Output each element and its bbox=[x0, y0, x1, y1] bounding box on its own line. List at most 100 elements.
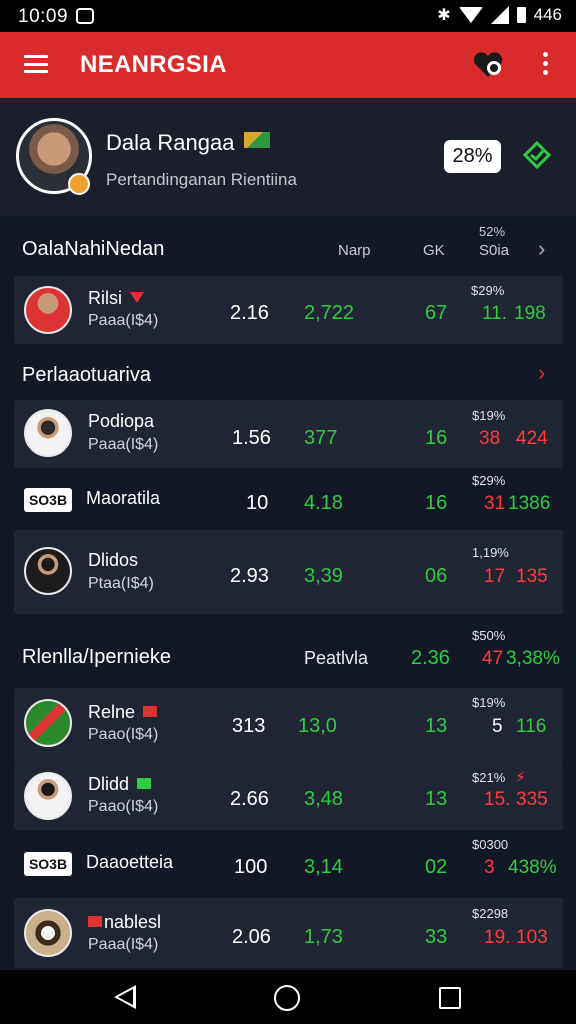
refresh-icon[interactable] bbox=[522, 140, 552, 170]
value-small: $19% bbox=[472, 408, 506, 423]
value-3: 16 bbox=[425, 427, 448, 449]
battery-text: 446 bbox=[533, 5, 562, 24]
value-3: 13 bbox=[425, 715, 448, 737]
app-title: NEANRGSIA bbox=[80, 51, 227, 78]
value-a: 5 bbox=[492, 716, 503, 737]
value-2: 1,73 bbox=[304, 926, 343, 948]
value-small: $29% bbox=[471, 283, 505, 298]
col-header-top: 52% bbox=[479, 224, 506, 239]
value-1: 10 bbox=[246, 492, 269, 514]
section-3-col-b: 3,38% bbox=[506, 648, 560, 669]
tag-badge: SO3B bbox=[24, 852, 72, 876]
col-header-3: S0ia bbox=[479, 242, 510, 259]
value-small: $2298 bbox=[472, 906, 509, 921]
value-2: 377 bbox=[304, 427, 338, 449]
list-item[interactable]: Relne Paao(I$4) 313 13,0 13 $19% 5 116 bbox=[14, 688, 563, 762]
value-small: $29% bbox=[472, 473, 506, 488]
list-item[interactable]: nablesl Paaa(I$4) 2.06 1,73 33 $2298 19.… bbox=[14, 898, 563, 968]
more-vert-icon[interactable] bbox=[539, 52, 551, 78]
value-b: 198 bbox=[514, 303, 546, 324]
team-logo bbox=[24, 699, 72, 747]
list-item[interactable]: SO3B Daaoetteia 100 3,14 02 $0300 3 438% bbox=[14, 832, 563, 896]
value-b: 1386 bbox=[508, 493, 551, 514]
app-bar: NEANRGSIA bbox=[0, 32, 576, 98]
col-header-2: GK bbox=[423, 242, 445, 259]
player-name-text: nablesl bbox=[104, 912, 162, 932]
item-name: Daaoetteia bbox=[86, 852, 174, 872]
chevron-right-icon[interactable]: › bbox=[538, 360, 545, 386]
value-2: 2,722 bbox=[304, 302, 355, 324]
flag-icon bbox=[130, 292, 144, 303]
list-item[interactable]: Dlidd Paao(I$4) 2.66 3,48 13 $21% ⚡ 15. 3… bbox=[14, 762, 563, 830]
back-icon[interactable] bbox=[114, 985, 136, 1009]
value-3: 02 bbox=[425, 856, 448, 878]
player-name-text: Relne bbox=[88, 702, 136, 722]
value-small: $21% ⚡ bbox=[472, 768, 526, 786]
player-avatar bbox=[24, 409, 72, 457]
section-3-col-value: 2.36 bbox=[411, 647, 450, 669]
home-icon[interactable] bbox=[274, 985, 300, 1011]
player-name: nablesl bbox=[88, 912, 161, 933]
player-sub: Ptaa(I$4) bbox=[88, 575, 154, 592]
recent-apps-icon[interactable] bbox=[439, 987, 461, 1009]
list-item[interactable]: Dlidos Ptaa(I$4) 2.93 3,39 06 1,19% 17 1… bbox=[14, 530, 563, 614]
tag-badge: SO3B bbox=[24, 488, 72, 512]
player-sub: Paaa(I$4) bbox=[88, 936, 159, 953]
team-logo bbox=[24, 909, 72, 957]
section-1-title: OalaNahiNedan bbox=[22, 238, 165, 260]
player-name: Rilsi bbox=[88, 288, 144, 309]
avatar-badge-icon bbox=[68, 173, 90, 195]
chevron-right-icon[interactable]: › bbox=[538, 236, 545, 262]
wifi-icon bbox=[458, 7, 483, 23]
player-name-text: Dlidd bbox=[88, 774, 130, 794]
value-1: 2.93 bbox=[230, 565, 269, 587]
value-1: 100 bbox=[234, 856, 268, 878]
col-header-1: Narp bbox=[338, 242, 371, 259]
value-small-text: $21% bbox=[472, 770, 506, 785]
item-name: Maoratila bbox=[86, 488, 161, 508]
profile-name-text: Dala Rangaa bbox=[106, 130, 235, 155]
value-2: 3,14 bbox=[304, 856, 343, 878]
value-2: 13,0 bbox=[298, 715, 337, 737]
value-a: 31 bbox=[484, 493, 506, 514]
percent-badge: 28% bbox=[444, 140, 501, 173]
status-icons: ✱ 446 bbox=[437, 5, 562, 25]
profile-header: Dala Rangaa Pertandinganan Rientiina 28% bbox=[0, 98, 576, 216]
value-1: 2.16 bbox=[230, 302, 269, 324]
player-name: Relne bbox=[88, 702, 158, 723]
value-a: 19. bbox=[484, 927, 511, 948]
value-3: 06 bbox=[425, 565, 448, 587]
status-time: 10:09 bbox=[18, 6, 69, 27]
player-name: Podiopa bbox=[88, 411, 155, 431]
notification-icon bbox=[76, 8, 94, 24]
section-3-title: Rlenlla/Ipernieke bbox=[22, 646, 171, 668]
status-bar: 10:09 ✱ 446 bbox=[0, 0, 576, 32]
profile-name: Dala Rangaa bbox=[106, 130, 271, 156]
value-small: 1,19% bbox=[472, 545, 509, 560]
value-a: 38 bbox=[479, 428, 501, 449]
list-item[interactable]: SO3B Maoratila 10 4.18 16 $29% 31 1386 bbox=[14, 470, 563, 530]
favorites-icon[interactable] bbox=[472, 51, 504, 79]
menu-icon[interactable] bbox=[24, 55, 48, 73]
list-item[interactable]: Rilsi Paaa(I$4) 2.16 2,722 67 $29% 11. 1… bbox=[14, 276, 563, 344]
player-name-text: Rilsi bbox=[88, 288, 122, 308]
list-item[interactable]: Podiopa Paaa(I$4) 1.56 377 16 $19% 38 42… bbox=[14, 400, 563, 468]
value-a: 17 bbox=[484, 566, 506, 587]
flag-icon bbox=[88, 916, 102, 927]
section-3-col-a: 47 bbox=[482, 648, 504, 669]
system-nav-bar bbox=[0, 970, 576, 1024]
value-b: 438% bbox=[508, 857, 557, 878]
value-3: 16 bbox=[425, 492, 448, 514]
player-avatar bbox=[24, 772, 72, 820]
value-1: 2.06 bbox=[232, 926, 271, 948]
flag-icon bbox=[137, 778, 152, 789]
battery-icon bbox=[516, 7, 526, 23]
value-b: 335 bbox=[516, 789, 548, 810]
value-b: 135 bbox=[516, 566, 548, 587]
trend-down-icon: ⚡ bbox=[515, 769, 526, 786]
value-b: 116 bbox=[516, 716, 547, 737]
player-name: Dlidd bbox=[88, 774, 152, 795]
value-3: 67 bbox=[425, 302, 448, 324]
value-small: $0300 bbox=[472, 837, 509, 852]
value-b: 424 bbox=[516, 428, 548, 449]
